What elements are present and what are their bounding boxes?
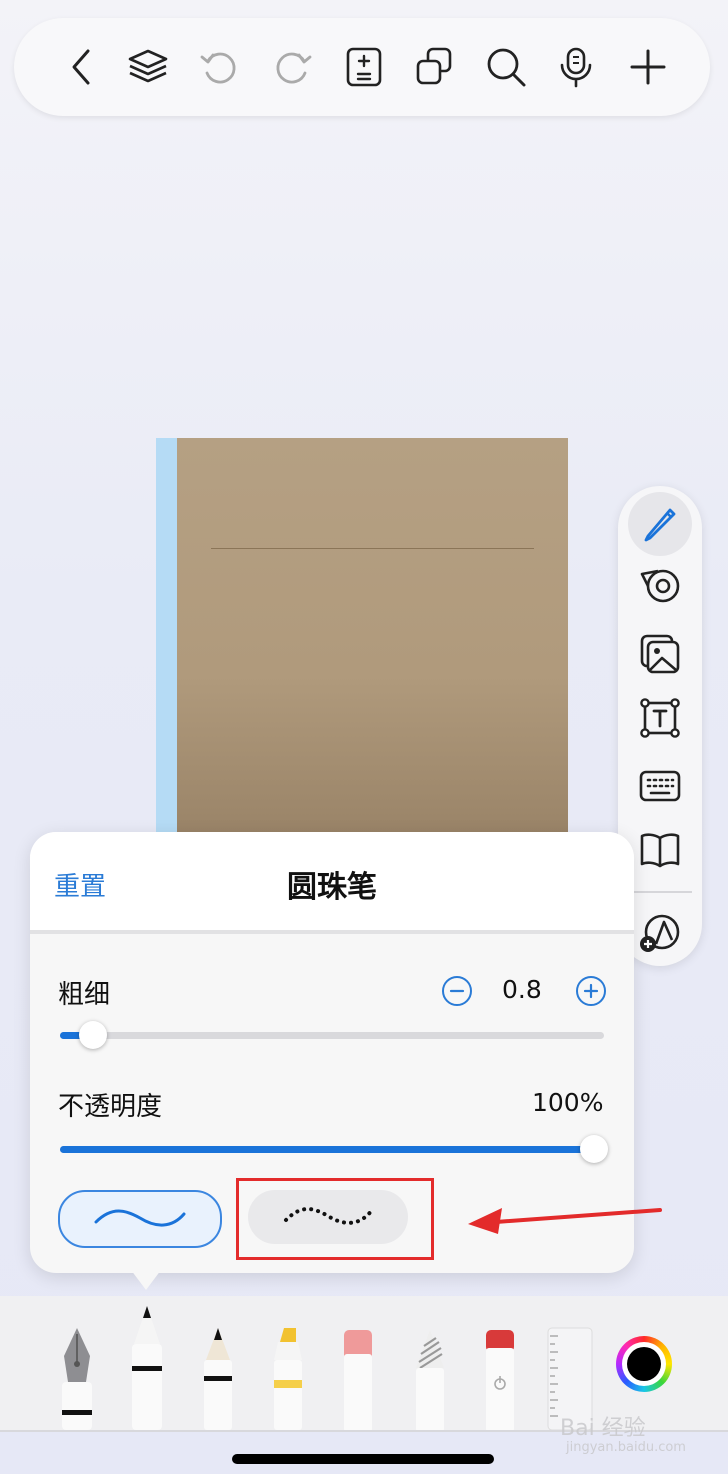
color-picker-ring	[622, 1342, 666, 1386]
opacity-label: 不透明度	[58, 1092, 163, 1122]
home-indicator[interactable]	[232, 1454, 494, 1464]
solid-stroke-icon	[94, 1209, 186, 1227]
watermark-logo: Bai 经验	[560, 1416, 646, 1441]
thickness-slider-knob[interactable]	[79, 1021, 107, 1049]
panel-title: 圆珠笔	[287, 870, 377, 905]
redo-icon[interactable]	[270, 45, 314, 89]
eraser-tool[interactable]	[340, 1328, 376, 1432]
thickness-value: 0.8	[502, 975, 542, 1004]
notebook-cover-surface	[177, 438, 568, 833]
text-box-icon[interactable]	[638, 696, 682, 740]
brush-pen-tool[interactable]	[412, 1328, 448, 1432]
page-edit-icon[interactable]	[342, 45, 386, 89]
opacity-value: 100%	[532, 1088, 604, 1117]
pen-icon[interactable]	[638, 502, 682, 546]
color-picker[interactable]	[616, 1336, 672, 1392]
selected-color-swatch	[627, 1347, 661, 1381]
tape-icon[interactable]	[638, 564, 682, 608]
side-toolbar-separator	[632, 891, 692, 893]
red-arrow-annotation	[468, 1208, 662, 1234]
notebook-title-line	[211, 548, 534, 549]
search-icon[interactable]	[484, 45, 528, 89]
add-icon[interactable]	[626, 45, 670, 89]
thickness-slider[interactable]	[60, 1021, 604, 1049]
panel-divider	[30, 930, 634, 934]
microphone-icon[interactable]	[554, 45, 598, 89]
keyboard-icon[interactable]	[638, 764, 682, 808]
panel-pointer	[128, 1266, 164, 1290]
highlighter-tool[interactable]	[270, 1326, 306, 1430]
notebook-cover[interactable]	[156, 438, 568, 833]
shapes-icon[interactable]	[638, 910, 682, 954]
solid-stroke-button[interactable]	[58, 1190, 222, 1248]
copy-pages-icon[interactable]	[412, 45, 456, 89]
highlight-box	[236, 1178, 434, 1260]
laser-pointer-tool[interactable]	[482, 1328, 518, 1432]
back-icon[interactable]	[62, 45, 106, 89]
plus-icon	[583, 983, 599, 999]
undo-icon[interactable]	[198, 45, 242, 89]
watermark-url: jingyan.baidu.com	[566, 1440, 686, 1455]
thickness-increase-button[interactable]	[576, 976, 606, 1006]
notebook-spine	[156, 438, 177, 833]
opacity-slider[interactable]	[60, 1135, 608, 1163]
opacity-slider-knob[interactable]	[580, 1135, 608, 1163]
thickness-label: 粗细	[58, 980, 111, 1010]
image-icon[interactable]	[638, 632, 682, 676]
ballpoint-pen-tool[interactable]	[128, 1304, 166, 1430]
top-toolbar	[14, 18, 710, 116]
book-icon[interactable]	[638, 828, 682, 872]
minus-icon	[449, 989, 465, 993]
fountain-pen-tool[interactable]	[56, 1326, 98, 1430]
layers-icon[interactable]	[126, 45, 170, 89]
thickness-decrease-button[interactable]	[442, 976, 472, 1006]
opacity-slider-fill	[60, 1146, 604, 1153]
pencil-tool[interactable]	[200, 1326, 236, 1430]
panel-header: 重置 圆珠笔	[30, 832, 634, 930]
